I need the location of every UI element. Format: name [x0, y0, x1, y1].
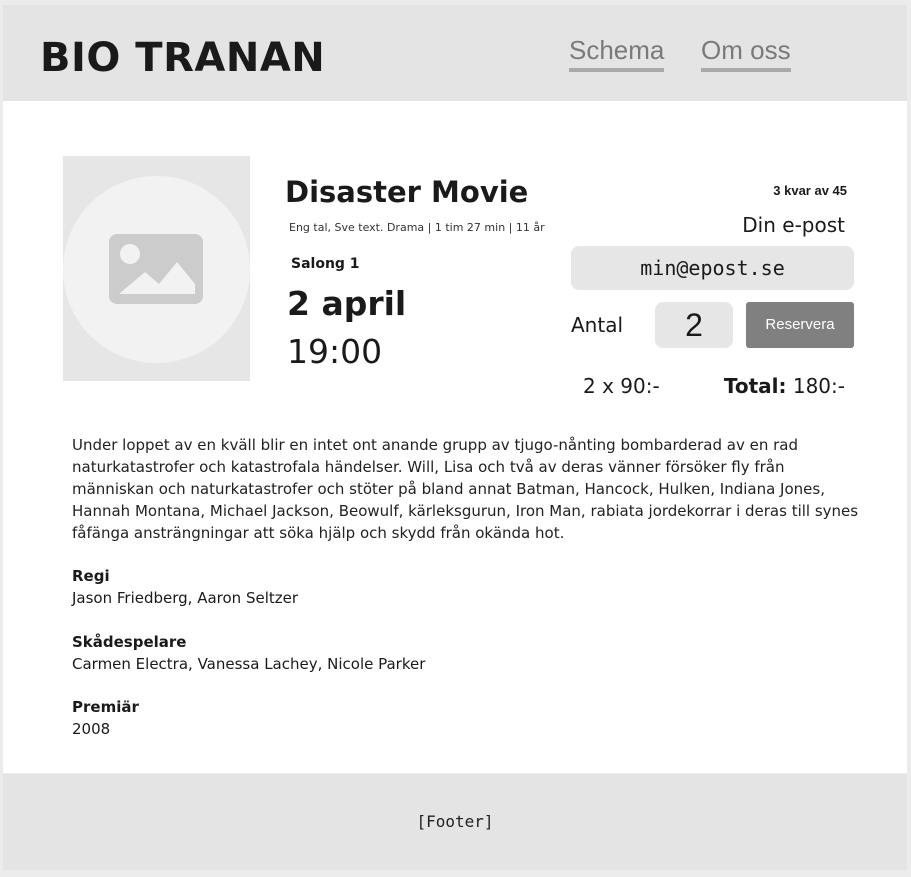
site-header: BIO TRANAN Schema Om oss [3, 5, 907, 101]
actors-block: Skådespelare Carmen Electra, Vanessa Lac… [72, 631, 425, 675]
main-content: Disaster Movie Eng tal, Sve text. Drama … [3, 101, 907, 773]
site-footer: [Footer] [3, 774, 907, 870]
poster-placeholder [63, 176, 250, 363]
director-label: Regi [72, 567, 110, 585]
total-label: Total: [723, 374, 787, 398]
seats-left: 3 kvar av 45 [773, 183, 847, 198]
email-label: Din e-post [742, 213, 845, 237]
director-block: Regi Jason Friedberg, Aaron Seltzer [72, 565, 298, 609]
quantity-label: Antal [571, 313, 624, 337]
show-date: 2 april [287, 284, 407, 323]
movie-poster [63, 156, 250, 381]
email-field[interactable]: min@epost.se [571, 246, 854, 290]
site-logo[interactable]: BIO TRANAN [40, 35, 325, 81]
premiere-value: 2008 [72, 720, 111, 738]
total-value: 180:- [792, 374, 845, 398]
reserve-button[interactable]: Reservera [746, 302, 854, 348]
total-price: Total: 180:- [724, 374, 845, 398]
movie-meta: Eng tal, Sve text. Drama | 1 tim 27 min … [289, 221, 545, 234]
nav-link-schema[interactable]: Schema [569, 35, 665, 72]
premiere-block: Premiär 2008 [72, 696, 139, 740]
show-time: 19:00 [287, 332, 383, 371]
quantity-input[interactable]: 2 [655, 302, 733, 348]
salong-label: Salong 1 [291, 256, 360, 272]
premiere-label: Premiär [72, 698, 139, 716]
image-placeholder-icon [109, 234, 203, 304]
footer-text: [Footer] [416, 812, 494, 831]
director-value: Jason Friedberg, Aaron Seltzer [72, 589, 299, 607]
price-per-ticket: 2 x 90:- [583, 374, 660, 398]
nav-link-om-oss[interactable]: Om oss [701, 35, 791, 72]
movie-description: Under loppet av en kväll blir en intet o… [72, 436, 859, 542]
actors-value: Carmen Electra, Vanessa Lachey, Nicole P… [72, 655, 426, 673]
actors-label: Skådespelare [72, 633, 187, 651]
movie-title: Disaster Movie [285, 175, 529, 209]
